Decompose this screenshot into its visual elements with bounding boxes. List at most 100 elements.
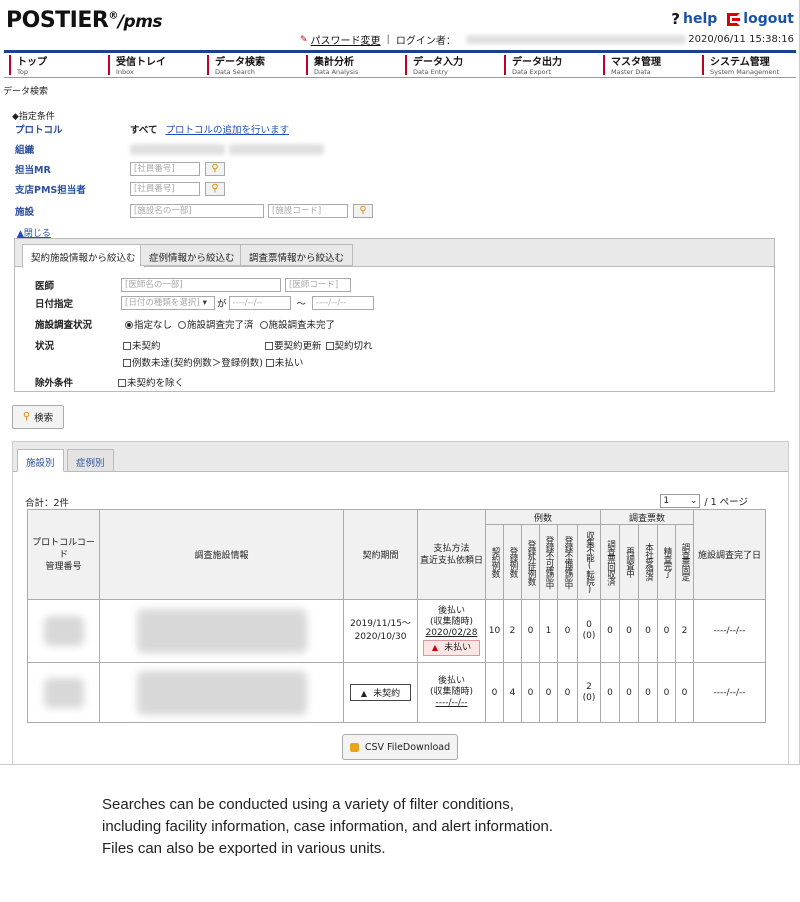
header-contract-cases: 契約例数 xyxy=(485,524,504,600)
doctor-name-input[interactable]: [医師名の一部] xyxy=(121,278,281,292)
survey-radio-none[interactable]: 指定なし xyxy=(125,317,172,331)
cell-hq-received: 0 xyxy=(638,662,658,723)
header-hq-received: 本社受領済 xyxy=(638,524,658,600)
protocol-code xyxy=(43,677,84,708)
org-select-1[interactable] xyxy=(130,143,225,155)
nav-item-system-management[interactable]: システム管理 System Management xyxy=(702,55,796,76)
branch-pms-input[interactable]: [社員番号] xyxy=(130,182,200,196)
payment-cell: 後払い (収集随時) ----/--/-- xyxy=(417,662,486,723)
doctor-label: 医師 xyxy=(35,281,55,292)
header-facility: 調査施設情報 xyxy=(99,509,344,600)
nav-item-data-analysis[interactable]: 集計分析 Data Analysis xyxy=(306,55,400,76)
cell-hq-received: 0 xyxy=(638,599,658,663)
cell-completed: ----/--/-- xyxy=(693,599,766,663)
org-select-2[interactable] xyxy=(229,143,324,155)
survey-radio-complete[interactable]: 施設調査完了済 xyxy=(178,317,254,331)
facility-search-button[interactable]: ⚲ xyxy=(353,204,373,218)
checkbox-icon xyxy=(265,342,273,350)
tab-survey-info[interactable]: 調査票情報から絞込む xyxy=(240,244,354,266)
table-row[interactable]: ▲ 未契約 後払い (収集随時) ----/--/-- 0 4 0 0 0 2 (0… xyxy=(27,662,766,723)
date-to-input[interactable]: ----/--/-- xyxy=(312,296,375,310)
tab-by-facility[interactable]: 施設別 xyxy=(17,449,64,472)
download-icon xyxy=(349,742,359,752)
header-surveys-group: 調査票数 xyxy=(600,509,694,525)
results-tabs-bar xyxy=(13,442,788,472)
uncontracted-badge: ▲ 未契約 xyxy=(349,684,412,701)
header-review-complete: 精査完了 xyxy=(657,524,676,600)
results-panel: 施設別 症例別 合計：2件 1 ⌄ / 1 ページ プロトコルコード 管理番号 調… xyxy=(12,441,789,765)
protocol-add-link[interactable]: プロトコルの追加を行います xyxy=(165,122,289,136)
chevron-down-icon: ⌄ xyxy=(689,496,698,506)
cell-resurvey: 0 xyxy=(619,599,639,663)
result-total: 合計：2件 xyxy=(25,498,70,509)
nav-item-data-export[interactable]: データ出力 Data Export xyxy=(504,55,598,76)
status-check-uncontracted[interactable]: 未契約 xyxy=(123,338,265,352)
password-change-link[interactable]: ✎ パスワード変更 xyxy=(300,32,381,48)
header-unregistered-cases: 登録外症例数 xyxy=(521,524,540,600)
date-label: 日付指定 xyxy=(35,299,74,310)
search-button[interactable]: ⚲ 検索 xyxy=(12,405,64,429)
nav-item-data-entry[interactable]: データ入力 Data Entry xyxy=(405,55,499,76)
facility-info xyxy=(136,609,307,653)
period-cell: 2019/11/15～ 2020/10/30 xyxy=(343,599,418,663)
table-row[interactable]: 2019/11/15～ 2020/10/30 後払い (収集随時) 2020/02… xyxy=(27,599,766,663)
search-icon: ⚲ xyxy=(211,163,219,174)
protocol-code xyxy=(43,616,84,646)
doctor-code-input[interactable]: [医師コード] xyxy=(285,278,351,292)
results-table: プロトコルコード 管理番号 調査施設情報 契約期間 支払方法 直近支払依頼日 例… xyxy=(27,509,766,723)
facility-name-input[interactable]: [施設名の一部] xyxy=(130,204,264,218)
cell-unregistered-cases: 0 xyxy=(521,599,540,663)
pay-date-link[interactable]: 2020/02/28 xyxy=(418,628,485,639)
date-type-select[interactable]: [日付の種類を選択] ▾ xyxy=(121,296,215,310)
cell-registered-cases: 2 xyxy=(503,599,522,663)
nav-item-data-search[interactable]: データ検索 Data Search xyxy=(207,55,301,76)
cell-uncollectable: 0 (0) xyxy=(577,599,601,663)
tab-case-info[interactable]: 症例情報から絞込む xyxy=(140,244,244,266)
header-period: 契約期間 xyxy=(343,509,418,600)
status-check-unpaid[interactable]: 未払い xyxy=(265,355,303,369)
page-total: / 1 ページ xyxy=(704,497,748,508)
logout-link[interactable]: logout xyxy=(727,11,794,27)
tab-contract-facility[interactable]: 契約施設情報から絞込む xyxy=(22,244,145,268)
branch-pms-label: 支店PMS担当者 xyxy=(15,185,86,196)
chevron-down-icon: ▾ xyxy=(202,298,207,308)
datetime: 2020/06/11 15:38:16 xyxy=(688,34,794,45)
unpaid-badge: ▲ 未払い xyxy=(422,640,481,656)
header-defect-check: 登録不備確認中 xyxy=(557,524,578,600)
status-check-renewal[interactable]: 要契約更新 xyxy=(265,338,322,352)
cell-defect-check: 0 xyxy=(557,599,578,663)
cell-resurvey: 0 xyxy=(619,662,639,723)
cell-review-complete: 0 xyxy=(657,662,676,723)
warning-icon: ▲ xyxy=(360,689,368,698)
cell-contract-cases: 10 xyxy=(485,599,504,663)
csv-download-button[interactable]: CSV FileDownload xyxy=(342,734,458,760)
status-label: 状況 xyxy=(35,341,55,352)
survey-radio-incomplete[interactable]: 施設調査未完了 xyxy=(259,317,335,331)
branch-search-button[interactable]: ⚲ xyxy=(205,182,225,196)
cell-survey-collected: 0 xyxy=(600,599,620,663)
mr-input[interactable]: [社員番号] xyxy=(130,162,200,176)
page-select[interactable]: 1 ⌄ xyxy=(660,494,701,508)
warning-icon: ▲ xyxy=(431,643,439,652)
cell-unregistered-cases: 0 xyxy=(521,662,540,723)
header-survey-fixed: 調査票固定 xyxy=(675,524,694,600)
nav-item-inbox[interactable]: 受信トレイ Inbox xyxy=(108,55,202,76)
nav-item-master-data[interactable]: マスタ管理 Master Data xyxy=(603,55,697,76)
pay-date-link[interactable]: ----/--/-- xyxy=(418,698,485,709)
cell-registered-cases: 4 xyxy=(503,662,522,723)
pencil-icon: ✎ xyxy=(300,34,308,45)
tab-by-case[interactable]: 症例別 xyxy=(67,449,114,472)
facility-code-input[interactable]: [施設コード] xyxy=(268,204,348,218)
exclude-check-uncontracted[interactable]: 未契約を除く xyxy=(118,375,184,389)
cell-defect-check: 0 xyxy=(557,662,578,723)
date-from-input[interactable]: ----/--/-- xyxy=(228,296,291,310)
header: POSTIER®/pms ? help logout ✎ パスワード変更 | ログイ… xyxy=(0,0,800,48)
status-check-expired[interactable]: 契約切れ xyxy=(325,338,373,352)
cell-survey-collected: 0 xyxy=(600,662,620,723)
protocol-cell xyxy=(27,662,100,723)
header-uncollectable: 収集不能(転院) xyxy=(577,524,601,600)
mr-search-button[interactable]: ⚲ xyxy=(205,162,225,176)
help-link[interactable]: ? help xyxy=(671,10,717,28)
status-check-shortfall[interactable]: 例数未達(契約例数＞登録例数) xyxy=(123,355,263,369)
nav-item-top[interactable]: トップ Top xyxy=(9,55,103,76)
